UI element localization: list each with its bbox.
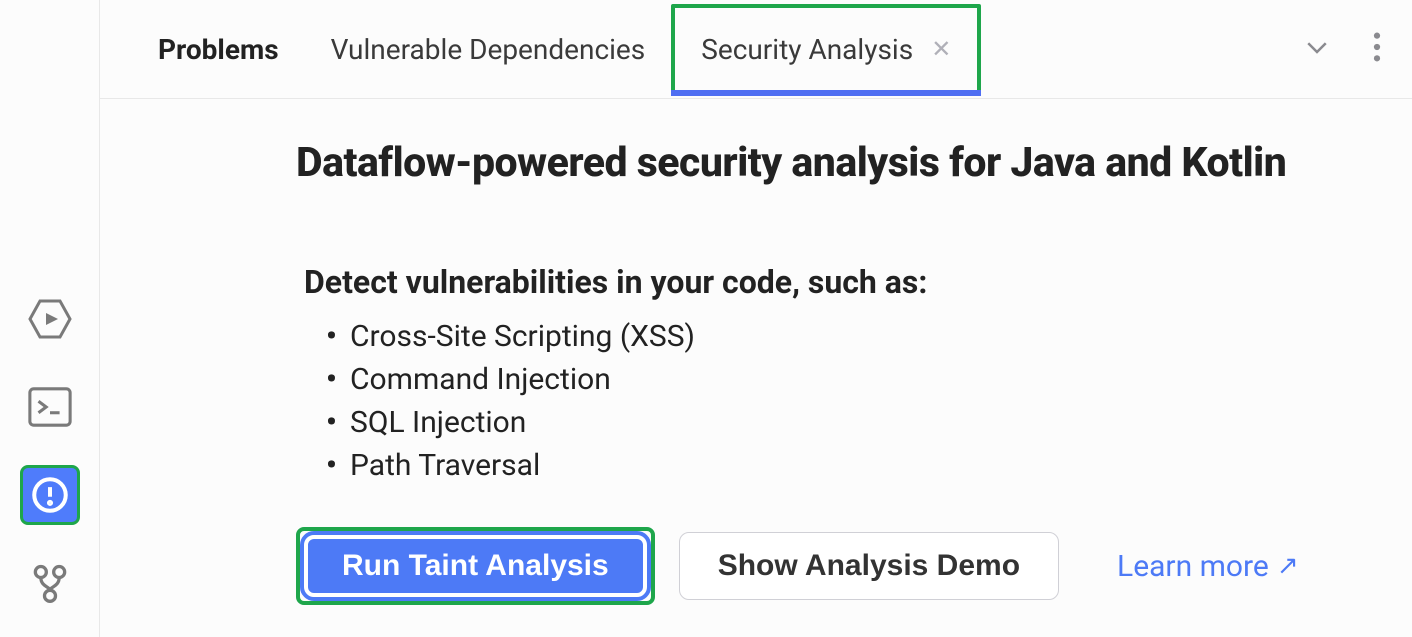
tab-label: Problems <box>158 33 279 66</box>
tab-vulnerable-dependencies[interactable]: Vulnerable Dependencies <box>305 0 672 98</box>
section-subtitle: Detect vulnerabilities in your code, suc… <box>304 263 1352 301</box>
tool-window-sidebar <box>0 0 100 637</box>
more-vertical-icon[interactable] <box>1372 30 1382 68</box>
tab-label: Security Analysis <box>701 33 913 66</box>
version-control-icon[interactable] <box>20 553 80 613</box>
close-icon[interactable]: ✕ <box>931 35 951 63</box>
action-row: Run Taint Analysis Show Analysis Demo Le… <box>296 527 1352 605</box>
tab-security-analysis[interactable]: Security Analysis ✕ <box>671 4 981 94</box>
security-analysis-pane: Dataflow-powered security analysis for J… <box>100 99 1412 605</box>
learn-more-link[interactable]: Learn more ↗ <box>1117 549 1299 584</box>
list-item: SQL Injection <box>326 405 1352 440</box>
external-link-icon: ↗ <box>1277 551 1299 581</box>
show-analysis-demo-button[interactable]: Show Analysis Demo <box>679 532 1059 600</box>
run-taint-analysis-highlight: Run Taint Analysis <box>296 527 655 605</box>
terminal-icon[interactable] <box>20 377 80 437</box>
list-item: Command Injection <box>326 362 1352 397</box>
chevron-down-icon[interactable] <box>1302 32 1332 66</box>
tab-bar-actions <box>1302 30 1412 68</box>
tab-label: Vulnerable Dependencies <box>331 33 646 66</box>
list-item: Cross-Site Scripting (XSS) <box>326 319 1352 354</box>
tab-bar: Problems Vulnerable Dependencies Securit… <box>100 0 1412 99</box>
run-taint-analysis-button[interactable]: Run Taint Analysis <box>304 535 647 597</box>
problems-panel: Problems Vulnerable Dependencies Securit… <box>100 0 1412 637</box>
page-title: Dataflow-powered security analysis for J… <box>296 139 1352 187</box>
problems-icon[interactable] <box>20 465 80 525</box>
services-icon[interactable] <box>20 289 80 349</box>
vulnerability-list: Cross-Site Scripting (XSS) Command Injec… <box>326 319 1352 483</box>
link-label: Learn more <box>1117 549 1269 584</box>
tab-problems[interactable]: Problems <box>132 0 305 98</box>
list-item: Path Traversal <box>326 448 1352 483</box>
